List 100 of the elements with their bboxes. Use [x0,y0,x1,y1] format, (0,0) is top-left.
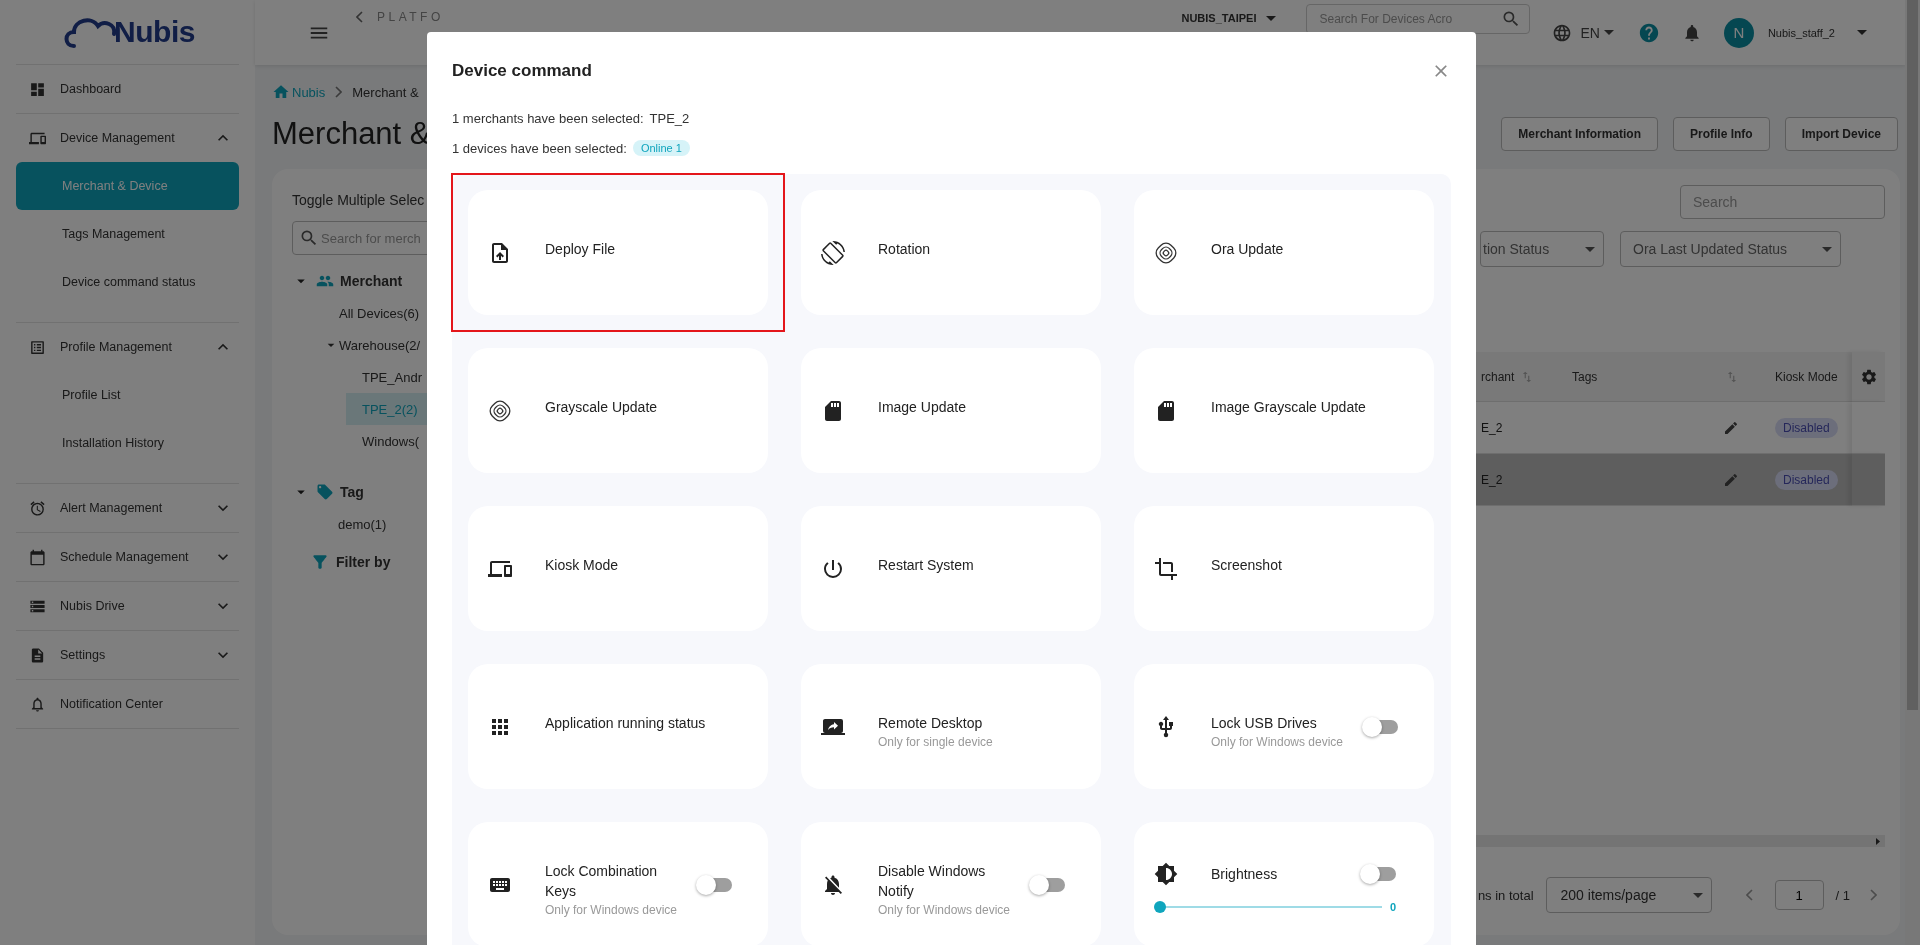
column-header[interactable]: rchant [1476,352,1572,402]
tree-item[interactable]: Warehouse(2/ [323,329,427,361]
command-card[interactable]: Image Grayscale Update [1134,348,1434,473]
command-card[interactable]: Grayscale Update [468,348,768,473]
command-label: Ora Update [1211,239,1284,259]
back-chevron-icon[interactable] [356,11,363,23]
status-badge: Online 1 [632,140,690,156]
vertical-scrollbar[interactable] [1905,0,1920,945]
nav-item[interactable]: Alert Management [16,484,239,532]
tree-item[interactable]: TPE_Andr [346,361,427,393]
action-button[interactable]: Import Device [1784,117,1898,151]
command-note: Only for Windows device [545,902,679,917]
platform-link[interactable]: PLATFO [377,10,444,24]
tenant-dropdown[interactable]: NUBIS_TAIPEI [1181,12,1277,24]
edit-icon[interactable] [1723,419,1739,436]
home-icon [272,83,290,101]
command-card[interactable]: Lock USB Drives Only for Windows device [1134,664,1434,789]
command-label: Disable Windows Notify [878,861,987,901]
command-card[interactable]: Rotation [801,190,1101,315]
screen-rotation-icon [821,240,845,265]
search-icon [299,228,319,248]
nav-item[interactable]: Notification Center [16,680,239,728]
user-avatar[interactable]: N [1723,17,1754,48]
tree-item[interactable]: Windows( [346,425,427,457]
info-label: 1 merchants have been selected: [452,111,644,126]
section-title: Merchant [340,273,403,289]
caret-icon[interactable] [1857,30,1867,35]
nav-subitem[interactable]: Installation History [16,419,239,467]
arrow-right-icon[interactable] [1876,837,1880,845]
command-card[interactable]: Screenshot [1134,506,1434,631]
command-card[interactable]: Disable Windows Notify Only for Windows device [801,822,1101,945]
filter-dropdown[interactable]: tion Status [1480,231,1604,267]
caret-icon[interactable] [1692,892,1703,898]
command-card[interactable]: Deploy File [468,190,768,315]
previous-page-icon[interactable] [1745,889,1753,901]
breadcrumb-item: Merchant & [352,84,419,100]
table-cell: E_2 [1476,454,1572,506]
command-card[interactable]: Lock Combination Keys Only for Windows device [468,822,768,945]
command-card[interactable]: Restart System [801,506,1101,631]
caret-icon[interactable] [1266,15,1277,21]
spiral-icon [488,398,512,423]
filter-label[interactable]: Filter by [336,554,391,570]
caret-icon[interactable] [1585,246,1595,252]
nav-item[interactable]: Profile Management [16,323,239,371]
column-header[interactable]: Tags [1572,352,1775,402]
list-icon [29,338,46,356]
column-header[interactable]: Kiosk Mode [1775,352,1852,402]
logo-text: Nubis [114,15,195,49]
nav-subitem[interactable]: Device command status [16,258,239,306]
command-card[interactable]: Kiosk Mode [468,506,768,631]
toggle-label: Toggle Multiple Selec [292,192,426,208]
page-size-dropdown[interactable]: 200 items/page [1545,877,1712,913]
dialog-title: Device command [452,61,592,81]
tree-item[interactable]: All Devices(6) [323,297,427,329]
command-note: Only for single device [878,734,993,749]
nav-item[interactable]: Schedule Management [16,533,239,581]
spiral-icon [1154,240,1178,265]
edit-icon[interactable] [1723,471,1739,488]
nav-subitem[interactable]: Tags Management [16,210,239,258]
command-label: Kiosk Mode [545,555,619,575]
user-name[interactable]: Nubis_staff_2 [1767,26,1835,39]
slider-track[interactable] [1154,901,1382,913]
alarm-clock-icon [29,499,46,517]
next-page-icon[interactable] [1870,889,1877,901]
tree-item[interactable]: demo(1) [322,508,427,540]
command-label: Image Update [878,397,966,417]
page-input[interactable]: 1 [1774,880,1824,910]
status-badge: Disabled [1775,469,1838,490]
nav-item[interactable]: Device Management [16,114,239,162]
command-note: Only for Windows device [1211,734,1345,749]
slider-value: 0 [1389,901,1396,913]
command-label: Restart System [878,555,974,575]
command-card[interactable]: Ora Update [1134,190,1434,315]
caret-icon[interactable] [1822,246,1832,252]
chevron-right-icon[interactable] [335,86,343,98]
nav-item[interactable]: Nubis Drive [16,582,239,630]
command-card[interactable]: Remote Desktop Only for single device [801,664,1101,789]
help-icon[interactable] [1637,21,1660,44]
language-dropdown[interactable]: EN [1580,24,1614,41]
settings-icon[interactable] [1859,367,1878,386]
command-label: Brightness [1211,865,1279,884]
filter-dropdown[interactable]: Ora Last Updated Status [1620,231,1841,267]
brightness-icon [1154,862,1178,886]
command-label: Deploy File [545,239,616,259]
command-card[interactable]: Application running status [468,664,768,789]
slider-thumb[interactable] [1154,901,1166,913]
action-button[interactable]: Merchant Information [1501,117,1658,151]
nav-subitem[interactable]: Merchant & Device [16,162,239,210]
action-button[interactable]: Profile Info [1672,117,1770,151]
command-note: Only for Windows device [878,902,1012,917]
command-card[interactable]: Image Update [801,348,1101,473]
nav-subitem[interactable]: Profile List [16,371,239,419]
command-card[interactable]: Brightness 0 [1134,822,1434,945]
globe-icon[interactable] [1552,22,1573,43]
caret-icon[interactable] [1603,30,1614,35]
nav-item[interactable]: Dashboard [16,65,239,113]
nav-item[interactable]: Settings [16,631,239,679]
command-label: Image Grayscale Update [1211,397,1366,417]
command-label: Lock USB Drives [1211,713,1318,733]
bell-icon [29,695,46,713]
